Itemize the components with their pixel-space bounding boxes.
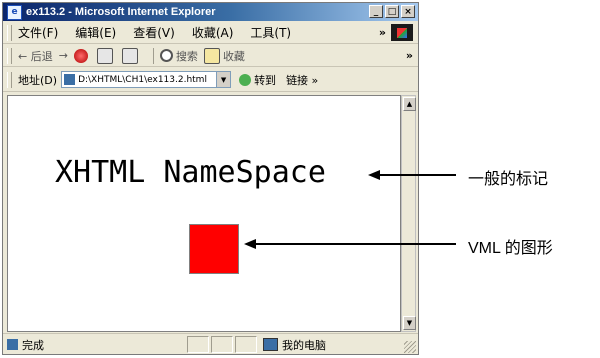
menu-bar: 文件(F) 编辑(E) 查看(V) 收藏(A) 工具(T) »: [3, 22, 418, 44]
menu-view[interactable]: 查看(V): [133, 24, 175, 41]
my-computer-icon: [263, 338, 278, 351]
go-button[interactable]: 转到: [239, 72, 276, 88]
scroll-down-arrow-icon[interactable]: ▼: [403, 316, 416, 330]
scroll-up-arrow-icon[interactable]: ▲: [403, 97, 416, 111]
home-icon: [121, 47, 138, 64]
home-button[interactable]: [121, 47, 141, 64]
window-controls: _ □ ×: [369, 5, 415, 18]
stop-button[interactable]: [73, 48, 91, 63]
minimize-button[interactable]: _: [369, 5, 383, 18]
status-page-icon: [7, 339, 18, 350]
address-input[interactable]: D:\XHTML\CH1\ex113.2.html ▼: [61, 71, 232, 88]
address-bar: 地址(D) D:\XHTML\CH1\ex113.2.html ▼ 转到 链接 …: [3, 68, 418, 92]
resize-grip[interactable]: [404, 341, 416, 353]
menu-favorites[interactable]: 收藏(A): [192, 24, 234, 41]
ie-app-icon[interactable]: e: [7, 4, 22, 20]
xhtml-heading: XHTML NameSpace: [55, 155, 326, 190]
vml-red-rectangle: [189, 224, 239, 274]
address-dropdown-button[interactable]: ▼: [216, 72, 231, 87]
status-cell-2: [211, 336, 233, 353]
status-text: 完成: [22, 338, 44, 352]
refresh-button[interactable]: [96, 47, 116, 64]
favorites-label: 收藏: [222, 49, 245, 63]
callout-label-1: 一般的标记: [468, 171, 549, 188]
go-label: 转到: [254, 73, 277, 87]
toolbar-grip[interactable]: [7, 47, 12, 64]
stop-icon: [73, 48, 88, 63]
windows-logo-icon: [391, 24, 413, 41]
search-button[interactable]: 搜索: [159, 48, 198, 64]
vertical-scrollbar[interactable]: ▲ ▼: [401, 95, 416, 332]
favorites-icon: [203, 47, 220, 64]
callout-label-2: VML 的图形: [468, 240, 553, 257]
menubar-grip[interactable]: [7, 24, 12, 41]
title-bar[interactable]: e ex113.2 - Microsoft Internet Explorer …: [3, 3, 418, 21]
status-bar: 完成 我的电脑: [3, 333, 418, 354]
page-icon: [64, 74, 76, 85]
forward-button[interactable]: →: [59, 49, 68, 62]
close-button[interactable]: ×: [401, 5, 415, 18]
security-zone: 我的电脑: [259, 337, 326, 353]
browser-window: e ex113.2 - Microsoft Internet Explorer …: [2, 2, 419, 355]
search-icon: [159, 49, 173, 62]
menu-file[interactable]: 文件(F): [18, 24, 58, 41]
callout-line-1: [378, 174, 456, 176]
toolbar-separator: [152, 47, 154, 64]
status-cell-3: [235, 336, 257, 353]
window-title: ex113.2 - Microsoft Internet Explorer: [26, 6, 216, 18]
refresh-icon: [96, 47, 113, 64]
search-label: 搜索: [175, 49, 198, 63]
callout-line-2: [254, 243, 456, 245]
page-content: XHTML NameSpace: [7, 95, 401, 332]
go-arrow-icon: [239, 73, 252, 86]
menubar-more-chevron[interactable]: »: [379, 26, 386, 39]
addressbar-grip[interactable]: [7, 71, 12, 88]
standard-toolbar: ← 后退 → 搜索 收藏 »: [3, 45, 418, 67]
address-url[interactable]: D:\XHTML\CH1\ex113.2.html: [78, 75, 216, 85]
links-button[interactable]: 链接 »: [286, 72, 318, 88]
status-cell-1: [187, 336, 209, 353]
address-label: 地址(D): [18, 73, 58, 87]
back-button[interactable]: ← 后退: [18, 48, 53, 64]
status-text-area: 完成: [3, 337, 187, 353]
maximize-button[interactable]: □: [385, 5, 399, 18]
zone-label: 我的电脑: [282, 338, 326, 352]
menu-edit[interactable]: 编辑(E): [75, 24, 116, 41]
menu-tools[interactable]: 工具(T): [250, 24, 291, 41]
toolbar-more-chevron[interactable]: »: [406, 49, 413, 62]
favorites-button[interactable]: 收藏: [203, 47, 245, 64]
